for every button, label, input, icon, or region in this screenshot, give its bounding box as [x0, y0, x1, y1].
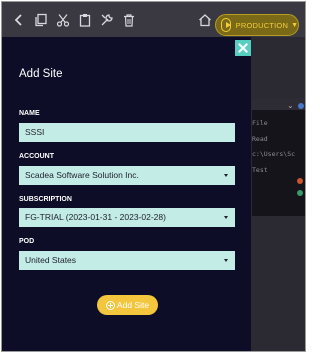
- cut-icon[interactable]: [56, 13, 70, 27]
- add-site-button[interactable]: Add Site: [97, 295, 158, 315]
- pod-value: United States: [25, 255, 77, 265]
- log-line: Read: [252, 134, 268, 143]
- log-line: Test: [252, 165, 268, 174]
- subscription-select[interactable]: FG-TRIAL (2023-01-31 - 2023-02-28): [19, 208, 235, 227]
- status-dot: [297, 190, 303, 196]
- status-dot: [298, 103, 304, 109]
- chevron-down-icon[interactable]: ⌄: [287, 101, 296, 110]
- toolbar: PRODUCTION ▼: [2, 2, 305, 37]
- environment-label: PRODUCTION: [235, 20, 289, 30]
- chevron-down-icon: ▼: [291, 21, 298, 29]
- trash-icon[interactable]: [122, 13, 136, 27]
- app-window: PRODUCTION ▼ ⌄ File Read c:\Users\Sc Tes…: [1, 1, 306, 352]
- plus-icon: [105, 300, 115, 310]
- account-value: Scadea Software Solution Inc.: [25, 170, 139, 180]
- paste-icon[interactable]: [78, 13, 92, 27]
- home-icon[interactable]: [198, 13, 212, 27]
- status-dot: [297, 178, 303, 184]
- pod-label: POD: [19, 238, 35, 245]
- chevron-down-icon: [224, 174, 228, 177]
- subscription-label: SUBSCRIPTION: [19, 196, 72, 203]
- play-icon: [221, 18, 231, 32]
- log-line: File: [252, 119, 268, 127]
- modal-title: Add Site: [19, 68, 63, 80]
- add-site-button-label: Add Site: [116, 300, 150, 310]
- name-label: NAME: [19, 110, 40, 117]
- background-log: File Read c:\Users\Sc Test: [252, 116, 305, 178]
- tools-icon[interactable]: [100, 13, 114, 27]
- name-value: SSSI: [25, 127, 45, 137]
- environment-selector[interactable]: PRODUCTION ▼: [215, 14, 299, 36]
- chevron-down-icon: [224, 216, 228, 219]
- copy-icon[interactable]: [34, 13, 48, 27]
- pod-select[interactable]: United States: [19, 251, 235, 270]
- back-icon[interactable]: [12, 13, 26, 27]
- log-line: c:\Users\Sc: [252, 150, 296, 158]
- close-button[interactable]: [235, 40, 251, 56]
- account-label: ACCOUNT: [19, 153, 54, 160]
- account-select[interactable]: Scadea Software Solution Inc.: [19, 166, 235, 185]
- chevron-down-icon: [224, 259, 228, 262]
- subscription-value: FG-TRIAL (2023-01-31 - 2023-02-28): [25, 212, 166, 222]
- name-input[interactable]: SSSI: [19, 123, 235, 142]
